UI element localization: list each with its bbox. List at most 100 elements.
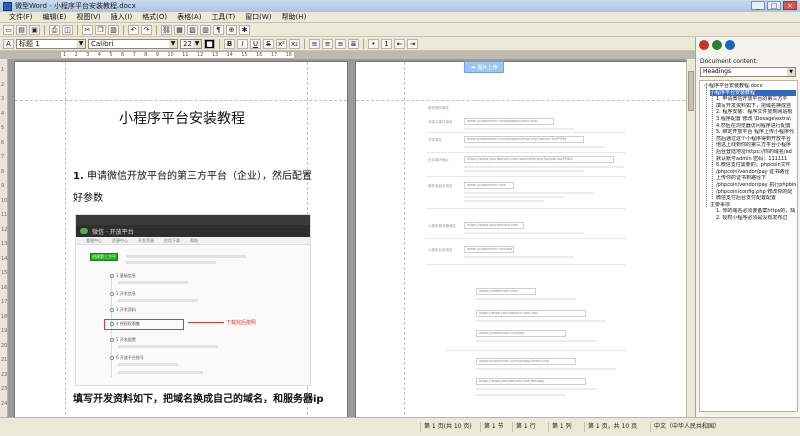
table-icon[interactable]: ▦ (174, 24, 185, 35)
document-canvas[interactable]: 小程序平台安装教程 1. 申请微信开放平台的第三方平台（企业），然后配置好参数 … (8, 59, 695, 417)
panel-navigate-icon[interactable] (725, 40, 735, 50)
chevron-down-icon: ▼ (77, 39, 85, 48)
menu-format[interactable]: 格式(O) (137, 12, 172, 22)
formatting-toolbar: A 标题 1 ▼ Calibri ▼ 22 ▼ ■ B I U S x² x₂ … (0, 37, 800, 51)
menu-window[interactable]: 窗口(W) (240, 12, 276, 22)
align-left-icon[interactable]: ≡ (309, 38, 320, 49)
font-select[interactable]: Calibri ▼ (88, 38, 178, 49)
close-button[interactable]: × (783, 1, 797, 10)
vertical-ruler-tick: 5 (1, 125, 5, 131)
outline-item[interactable]: 然后通过这个小程序得到开放平台 (716, 136, 796, 142)
font-color-icon[interactable]: ■ (204, 38, 215, 49)
outline-item[interactable]: 后台登陆地址https://你的域名/ad (716, 149, 796, 155)
outline-item[interactable]: 2. 程序安装：程序文件放到网站根 (716, 109, 796, 115)
step-label: 3 开发资料 (116, 307, 136, 312)
align-center-icon[interactable]: ≡ (322, 38, 333, 49)
menu-file[interactable]: 文件(F) (4, 12, 38, 22)
outline-item[interactable]: 3.程序配置 修改 \Dosage\extra\ (716, 116, 796, 122)
ruler-tick: 13 (211, 52, 219, 58)
vertical-scrollbar[interactable] (686, 59, 695, 417)
form-label: 小程序服务器域名 (428, 224, 456, 228)
outdent-icon[interactable]: ⇤ (394, 38, 405, 49)
minimize-button[interactable]: _ (751, 1, 765, 10)
form-divider (426, 238, 626, 239)
open-folder-icon[interactable]: ▤ (16, 24, 27, 35)
redo-icon[interactable]: ↷ (141, 24, 152, 35)
document-heading-1[interactable]: 1. 申请微信开放平台的第三方平台（企业），然后配置好参数 (73, 166, 313, 210)
outline-item[interactable]: 小程序平台安装教程 (710, 89, 796, 96)
panel-check-icon[interactable] (712, 40, 722, 50)
menu-table[interactable]: 表格(A) (172, 12, 206, 22)
font-size-select[interactable]: 22 ▼ (180, 38, 202, 49)
chevron-down-icon: ▼ (193, 39, 201, 48)
document-page-1[interactable]: 小程序平台安装教程 1. 申请微信开放平台的第三方平台（企业），然后配置好参数 … (14, 61, 348, 417)
outline-item[interactable]: 2. 授权小程序必须是没有发布过 (716, 215, 796, 221)
outline-item[interactable]: 微信支付后台支付配置配置 (716, 195, 796, 201)
bullet-list-icon[interactable]: • (368, 38, 379, 49)
underline-button[interactable]: U (250, 38, 261, 49)
show-hide-icon[interactable]: ¶ (213, 24, 224, 35)
superscript-button[interactable]: x² (276, 38, 287, 49)
menu-insert[interactable]: 插入(I) (106, 12, 138, 22)
panel-stop-icon[interactable] (699, 40, 709, 50)
style-icon[interactable]: A (3, 38, 14, 49)
numbered-list-icon[interactable]: 1 (381, 38, 392, 49)
outline-item[interactable]: 5. 绑定开放平台 程序上传小程序代 (716, 129, 796, 135)
outline-item[interactable]: 他这上线到你的第三方平台小程序 (716, 142, 796, 148)
new-document-icon[interactable]: ▭ (3, 24, 14, 35)
menu-help[interactable]: 帮助(H) (277, 12, 312, 22)
menu-view[interactable]: 视图(V) (71, 12, 105, 22)
menu-edit[interactable]: 编辑(E) (38, 12, 72, 22)
style-select[interactable]: 标题 1 ▼ (16, 38, 86, 49)
document-paragraph[interactable]: 填写开发资料如下，把域名换成自己的域名，和服务器ip (73, 390, 343, 405)
horizontal-ruler[interactable]: 1 2 3 4 5 6 7 8 9 10 11 12 13 14 15 16 17 18 (60, 51, 295, 59)
headings-select-value: Headings (703, 68, 732, 75)
menu-tools[interactable]: 工具(T) (206, 12, 240, 22)
save-icon[interactable]: ▣ (29, 24, 40, 35)
screenshot-create-button: 创建第三方平台 (90, 253, 118, 265)
document-title[interactable]: 小程序平台安装教程 (15, 108, 349, 128)
outline-item[interactable]: /phpcoin/config.php 修改你的配 (716, 189, 796, 195)
subscript-button[interactable]: x₂ (289, 38, 300, 49)
document-page-2[interactable]: ☁ 图片上传 接收授权事件 消息与事件接收 www.yourdomain.com… (355, 61, 691, 417)
vertical-ruler-tick: 13 (1, 241, 8, 247)
zoom-icon[interactable]: ⊕ (226, 24, 237, 35)
align-right-icon[interactable]: ≡ (335, 38, 346, 49)
italic-button[interactable]: I (237, 38, 248, 49)
document-outline-tree[interactable]: 小程序平台安装教程.docx 小程序平台安装教程 1. 申请微信开放平台的第三方平填… (699, 80, 798, 412)
step-label: 2 开发信息 (116, 291, 136, 296)
bold-button[interactable]: B (224, 38, 235, 49)
settings-icon[interactable]: ✱ (239, 24, 250, 35)
maximize-button[interactable]: □ (767, 1, 781, 10)
cut-icon[interactable]: ✂ (82, 24, 93, 35)
scrollbar-thumb[interactable] (688, 71, 694, 111)
font-select-value: Calibri (91, 39, 114, 48)
indent-icon[interactable]: ⇥ (407, 38, 418, 49)
outline-item[interactable]: 4.然后在浏览器访问程序进行配置 (716, 123, 796, 129)
image-icon[interactable]: ▨ (187, 24, 198, 35)
outline-item[interactable]: 上传你的证书到路径下 (716, 175, 796, 181)
outline-item[interactable]: 6.微信支付需要的，phpcoin文件 (716, 162, 796, 168)
paste-icon[interactable]: ▥ (108, 24, 119, 35)
strikethrough-button[interactable]: S (263, 38, 274, 49)
outline-item[interactable]: 小程序平台安装教程.docx (704, 83, 796, 89)
outline-item[interactable]: 默认账号admin 密码：111111 (716, 156, 796, 162)
print-preview-icon[interactable]: ◫ (62, 24, 73, 35)
print-icon[interactable]: ⎙ (49, 24, 60, 35)
outline-item[interactable]: 填写开发资料如下，把域名换成自 (716, 103, 796, 109)
headings-select[interactable]: Headings ▼ (700, 67, 796, 77)
columns-icon[interactable]: ▥ (200, 24, 211, 35)
copy-icon[interactable]: ❐ (95, 24, 106, 35)
hyperlink-icon[interactable]: ⛓ (161, 24, 172, 35)
undo-icon[interactable]: ↶ (128, 24, 139, 35)
outline-item[interactable]: /phpcoin/vendor/pay 执行phpbin (716, 182, 796, 188)
justify-icon[interactable]: ≣ (348, 38, 359, 49)
outline-item[interactable]: /phpcoin/vendor/pay 证书路径 (716, 169, 796, 175)
outline-item[interactable]: 1. 你的域名必须要备案https的，缺 (716, 208, 796, 214)
outline-item[interactable]: 主要事项 (710, 202, 796, 208)
upload-image-button[interactable]: ☁ 图片上传 (464, 61, 504, 73)
screenshot-nav-item: 管理中心 (86, 238, 102, 243)
embedded-screenshot[interactable]: 微信 · 开放平台 管理中心 资源中心 开发资源 应用下载 帮助 创建第三方平台… (75, 214, 311, 386)
screenshot-nav-item: 应用下载 (164, 238, 180, 243)
outline-item[interactable]: 1. 申请微信开放平台的第三方平 (716, 96, 796, 102)
